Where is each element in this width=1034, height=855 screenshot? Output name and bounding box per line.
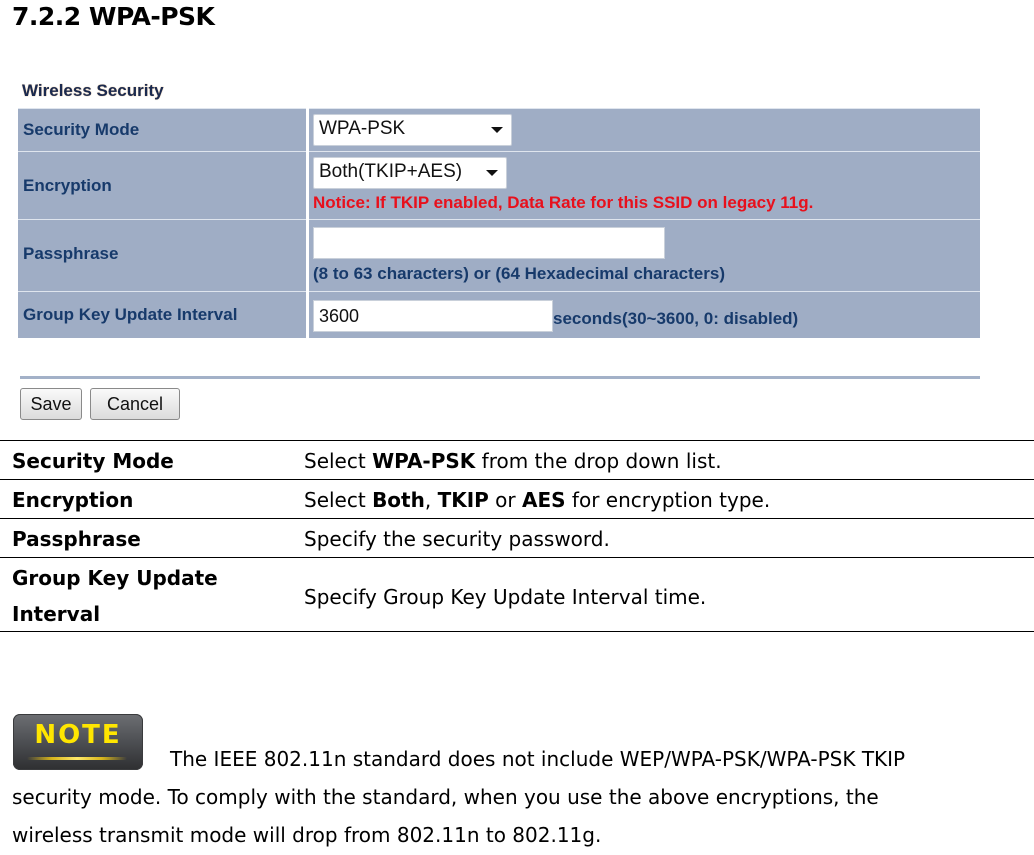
security-mode-row: Security Mode WPA-PSK — [18, 108, 980, 151]
desc-key: Group Key Update — [12, 566, 218, 590]
desc-value: Select Both, TKIP or AES for encryption … — [304, 482, 770, 518]
passphrase-label: Passphrase — [23, 244, 119, 263]
table-row: Encryption Select Both, TKIP or AES for … — [0, 479, 1034, 518]
desc-value: Specify Group Key Update Interval time. — [304, 585, 707, 609]
panel-divider — [20, 376, 980, 379]
encryption-row: Encryption Both(TKIP+AES) Notice: If TKI… — [18, 151, 980, 219]
passphrase-hint: (8 to 63 characters) or (64 Hexadecimal … — [313, 264, 725, 283]
desc-key: Interval — [12, 602, 101, 626]
table-row: Group Key Update Interval Specify Group … — [0, 557, 1034, 632]
encryption-select[interactable]: Both(TKIP+AES) — [313, 157, 507, 189]
group-key-hint: seconds(30~3600, 0: disabled) — [553, 309, 799, 328]
bold-text: TKIP — [437, 488, 489, 512]
panel-title: Wireless Security — [22, 81, 164, 100]
desc-key: Security Mode — [12, 449, 174, 473]
encryption-value: Both(TKIP+AES) — [319, 161, 463, 182]
note-line: wireless transmit mode will drop from 80… — [12, 823, 602, 847]
section-heading: 7.2.2 WPA-PSK — [12, 2, 215, 31]
bold-text: WPA-PSK — [372, 449, 476, 473]
text: Select — [304, 488, 373, 512]
desc-value: Specify the security password. — [304, 527, 610, 551]
chevron-down-icon — [486, 170, 498, 176]
passphrase-row: Passphrase (8 to 63 characters) or (64 H… — [18, 219, 980, 291]
encryption-label: Encryption — [23, 176, 112, 195]
security-mode-label: Security Mode — [23, 120, 140, 139]
text: Select — [304, 449, 373, 473]
group-key-label: Group Key Update Interval — [23, 305, 238, 324]
table-row: Passphrase Specify the security password… — [0, 518, 1034, 557]
note-line: security mode. To comply with the standa… — [12, 785, 879, 809]
passphrase-input[interactable] — [313, 227, 665, 259]
security-mode-select[interactable]: WPA-PSK — [313, 114, 512, 146]
note-paragraph: The IEEE 802.11n standard does not inclu… — [12, 740, 1022, 854]
note-line: The IEEE 802.11n standard does not inclu… — [170, 747, 906, 771]
text: , — [424, 488, 438, 512]
bold-text: Both — [372, 488, 425, 512]
security-mode-value: WPA-PSK — [319, 118, 406, 139]
cancel-button[interactable]: Cancel — [90, 388, 180, 420]
group-key-interval-input[interactable] — [313, 300, 553, 332]
text: for encryption type. — [565, 488, 771, 512]
text: from the drop down list. — [475, 449, 722, 473]
save-button[interactable]: Save — [20, 388, 82, 420]
bold-text: AES — [522, 488, 566, 512]
desc-key: Encryption — [12, 488, 134, 512]
table-row: Security Mode Select WPA-PSK from the dr… — [0, 440, 1034, 479]
desc-key: Passphrase — [12, 527, 141, 551]
chevron-down-icon — [491, 127, 503, 133]
text: or — [488, 488, 523, 512]
group-key-row: Group Key Update Interval seconds(30~360… — [18, 291, 980, 338]
tkip-notice: Notice: If TKIP enabled, Data Rate for t… — [313, 193, 814, 212]
table-bottom-rule — [0, 631, 1034, 632]
desc-value: Select WPA-PSK from the drop down list. — [304, 443, 722, 479]
